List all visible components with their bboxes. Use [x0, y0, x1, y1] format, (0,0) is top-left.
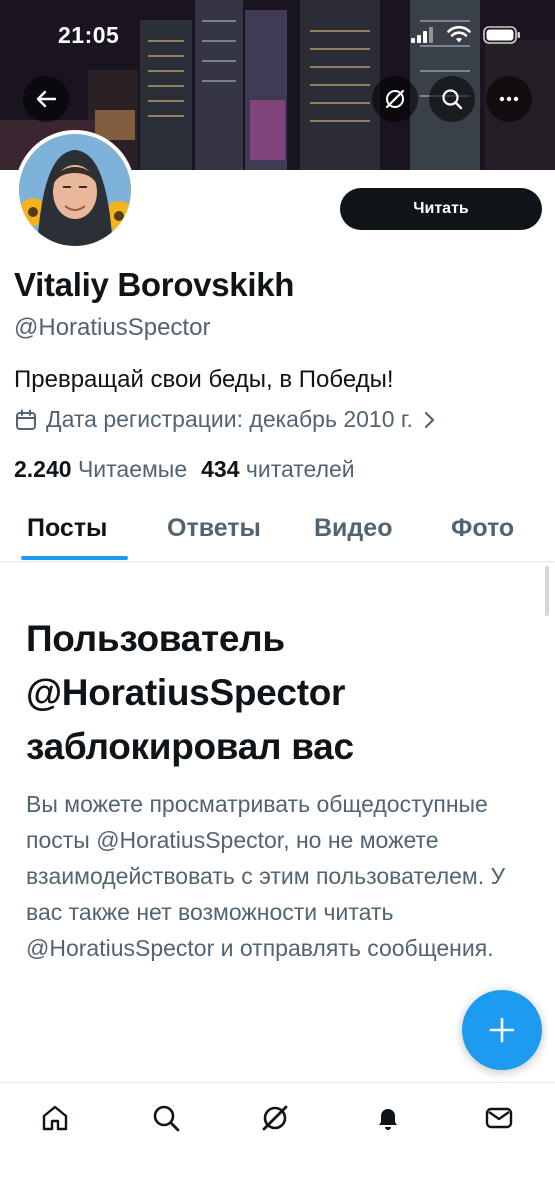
arrow-left-icon: [36, 90, 57, 108]
back-button[interactable]: [23, 76, 69, 122]
bottom-nav: [0, 1082, 555, 1200]
calendar-icon: [16, 409, 36, 430]
active-tab-indicator: [21, 556, 128, 560]
search-icon: [442, 89, 463, 110]
nav-home[interactable]: [38, 1101, 72, 1135]
scrollbar[interactable]: [545, 566, 549, 616]
joined-date-label: Дата регистрации: декабрь 2010 г.: [46, 406, 413, 432]
nav-search[interactable]: [149, 1101, 183, 1135]
tab-replies[interactable]: Ответы: [167, 514, 261, 543]
profile-tabs: Посты Ответы Видео Фото: [0, 498, 555, 562]
following-stat[interactable]: 2.240 Читаемые: [14, 456, 187, 483]
joined-date[interactable]: Дата регистрации: декабрь 2010 г.: [14, 406, 437, 433]
tab-video[interactable]: Видео: [314, 514, 392, 543]
compose-button[interactable]: [462, 990, 542, 1070]
cellular-signal-icon: [411, 27, 433, 43]
grok-icon: [385, 89, 405, 109]
wifi-icon: [447, 26, 471, 43]
battery-icon: [483, 26, 520, 44]
followers-count: 434: [201, 456, 240, 482]
profile-handle: @HoratiusSpector: [14, 314, 211, 341]
tab-posts[interactable]: Посты: [27, 514, 107, 543]
avatar-image: [19, 134, 131, 246]
nav-messages[interactable]: [482, 1101, 516, 1135]
grok-icon: [262, 1105, 288, 1131]
more-button[interactable]: [486, 76, 532, 122]
follow-button[interactable]: Читать: [340, 188, 542, 230]
blocked-message: Вы можете просматривать общедоступные по…: [26, 791, 506, 961]
home-icon: [42, 1105, 68, 1131]
notifications-icon: [379, 1109, 397, 1130]
avatar[interactable]: [15, 130, 135, 250]
nav-grok[interactable]: [258, 1101, 292, 1135]
following-count: 2.240: [14, 456, 72, 482]
more-icon: [499, 96, 519, 102]
plus-icon: [489, 1017, 515, 1043]
followers-stat[interactable]: 434 читателей: [201, 456, 355, 483]
followers-label: читателей: [245, 456, 355, 482]
status-bar: 21:05: [0, 0, 555, 70]
status-time: 21:05: [58, 22, 120, 48]
nav-notifications[interactable]: [371, 1101, 405, 1135]
tab-photo[interactable]: Фото: [451, 514, 514, 543]
search-button[interactable]: [429, 76, 475, 122]
grok-button[interactable]: [372, 76, 418, 122]
status-icons: [411, 26, 521, 44]
following-label: Читаемые: [77, 456, 188, 482]
profile-bio: Превращай свои беды, в Победы!: [14, 366, 394, 393]
profile-stats: 2.240 Читаемые 434 читателей: [14, 456, 355, 483]
chevron-right-icon: [424, 411, 434, 428]
display-name: Vitaliy Borovskikh: [14, 266, 295, 303]
messages-icon: [485, 1107, 513, 1129]
blocked-title: Пользователь @HoratiusSpector заблокиров…: [26, 618, 354, 767]
search-icon: [153, 1105, 180, 1132]
